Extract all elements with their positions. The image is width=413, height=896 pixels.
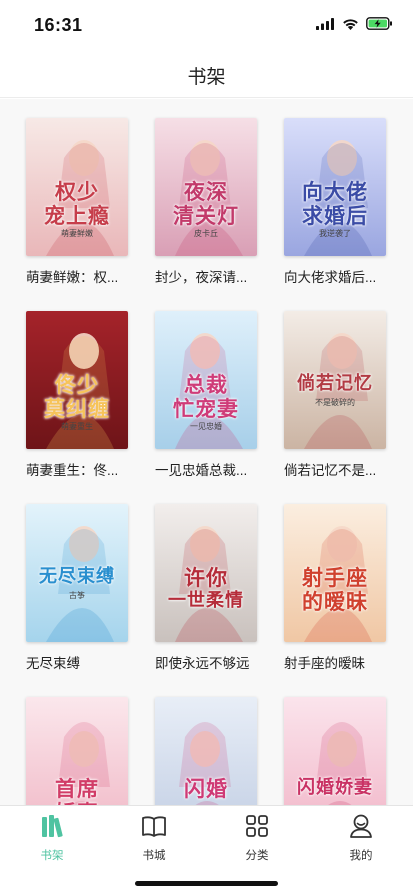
book-cover-title: 娇妻 xyxy=(26,797,128,805)
book-cover-title: 莫纠缠 xyxy=(44,396,110,421)
status-bar: 16:31 xyxy=(0,0,413,50)
book-item[interactable]: 权少 宠上瘾 萌妻鲜嫩萌妻鲜嫩：权... xyxy=(26,118,130,286)
book-cover-subtitle: 一见忠婚 xyxy=(190,422,222,431)
book-open-icon xyxy=(141,814,167,843)
book-title: 即使永远不够远 xyxy=(155,656,250,671)
tab-label: 分类 xyxy=(245,850,269,862)
home-indicator xyxy=(135,881,278,886)
book-item[interactable]: 无尽束缚 古筝 无尽束缚 xyxy=(26,504,130,672)
status-icons xyxy=(316,17,393,35)
cellular-signal-icon xyxy=(316,17,335,35)
status-time: 16:31 xyxy=(34,15,83,35)
tab-label: 我的 xyxy=(349,850,373,862)
user-icon xyxy=(349,813,373,844)
book-item[interactable]: 倘若记忆不是破碎的倘若记忆不是... xyxy=(284,311,388,479)
book-title: 萌妻鲜嫩：权... xyxy=(26,270,119,285)
nav-bar: 书架 xyxy=(0,50,413,98)
book-item[interactable]: 射手座 的暧昧 射手座的暧昧 xyxy=(284,504,388,672)
book-cover[interactable]: 许你 一世柔情 xyxy=(155,504,257,642)
book-title: 一见忠婚总裁... xyxy=(155,463,248,478)
book-cover[interactable]: 向大佬 求婚后 我逆袭了 xyxy=(284,118,386,256)
book-cover[interactable]: 佟少 莫纠缠 萌妻重生 xyxy=(26,311,128,449)
book-title: 无尽束缚 xyxy=(26,656,80,671)
bookshelf-grid[interactable]: 权少 宠上瘾 萌妻鲜嫩 萌妻鲜嫩：权... 夜深 清关灯 皮卡丘 封少，夜深请... 向大佬 求婚… xyxy=(0,99,413,805)
book-cover-subtitle: 萌妻重生 xyxy=(61,422,93,431)
bookshelf-icon xyxy=(40,813,64,844)
tab-bookstore[interactable]: 书城 xyxy=(124,814,184,863)
tab-mine[interactable]: 我的 xyxy=(331,814,391,863)
book-item[interactable]: 总裁 忙宠妻 一见忠婚一见忠婚总裁... xyxy=(155,311,259,479)
book-item[interactable]: 首席娇妻 xyxy=(26,697,130,805)
book-cover-subtitle: 我逆袭了 xyxy=(319,229,351,238)
book-cover-title: 闪婚 xyxy=(184,776,228,801)
book-cover-title: 倘若记忆 xyxy=(297,373,373,394)
book-title: 封少，夜深请... xyxy=(155,270,248,285)
book-cover[interactable]: 夜深 清关灯 皮卡丘 xyxy=(155,118,257,256)
book-cover[interactable]: 权少 宠上瘾 萌妻鲜嫩 xyxy=(26,118,128,256)
book-title: 萌妻重生：佟... xyxy=(26,463,119,478)
book-item[interactable]: 闪婚娇妻 xyxy=(284,697,388,805)
book-cover[interactable]: 射手座 的暧昧 xyxy=(284,504,386,642)
book-item[interactable]: 夜深 清关灯 皮卡丘封少，夜深请... xyxy=(155,118,259,286)
book-cover[interactable]: 闪婚娇妻 xyxy=(284,697,386,805)
book-cover-title: 一世柔情 xyxy=(168,590,244,611)
grid-icon xyxy=(245,814,269,843)
tab-label: 书城 xyxy=(142,850,166,862)
book-cover-title: 的暧昧 xyxy=(302,589,368,614)
book-cover-title: 求婚后 xyxy=(302,203,368,228)
book-cover[interactable]: 首席娇妻 xyxy=(26,697,128,805)
book-item[interactable]: 闪婚 xyxy=(155,697,259,805)
battery-charging-icon xyxy=(366,17,393,35)
tab-bookshelf[interactable]: 书架 xyxy=(22,814,82,863)
book-item[interactable]: 佟少 莫纠缠 萌妻重生萌妻重生：佟... xyxy=(26,311,130,479)
book-cover-title: 闪婚娇妻 xyxy=(297,777,373,798)
book-cover[interactable]: 总裁 忙宠妻 一见忠婚 xyxy=(155,311,257,449)
book-cover-title: 清关灯 xyxy=(173,203,239,228)
book-cover-subtitle: 不是破碎的 xyxy=(315,398,355,407)
book-cover-title: 宠上瘾 xyxy=(44,203,110,228)
book-cover[interactable]: 倘若记忆 不是破碎的 xyxy=(284,311,386,449)
book-item[interactable]: 向大佬 求婚后 我逆袭了向大佬求婚后... xyxy=(284,118,388,286)
page-title: 书架 xyxy=(187,67,226,88)
book-cover[interactable]: 无尽束缚 古筝 xyxy=(26,504,128,642)
book-cover-subtitle: 萌妻鲜嫩 xyxy=(61,229,93,238)
book-cover-title: 无尽束缚 xyxy=(39,566,115,587)
book-title: 倘若记忆不是... xyxy=(284,463,377,478)
tab-category[interactable]: 分类 xyxy=(227,814,287,863)
book-cover-subtitle: 皮卡丘 xyxy=(194,229,218,238)
book-item[interactable]: 许你 一世柔情即使永远不够远 xyxy=(155,504,259,672)
tab-label: 书架 xyxy=(40,850,64,862)
book-cover[interactable]: 闪婚 xyxy=(155,697,257,805)
book-title: 向大佬求婚后... xyxy=(284,270,377,285)
wifi-icon xyxy=(342,17,359,35)
book-cover-subtitle: 古筝 xyxy=(69,591,85,600)
book-title: 射手座的暧昧 xyxy=(284,656,365,671)
book-cover-title: 忙宠妻 xyxy=(173,396,239,421)
